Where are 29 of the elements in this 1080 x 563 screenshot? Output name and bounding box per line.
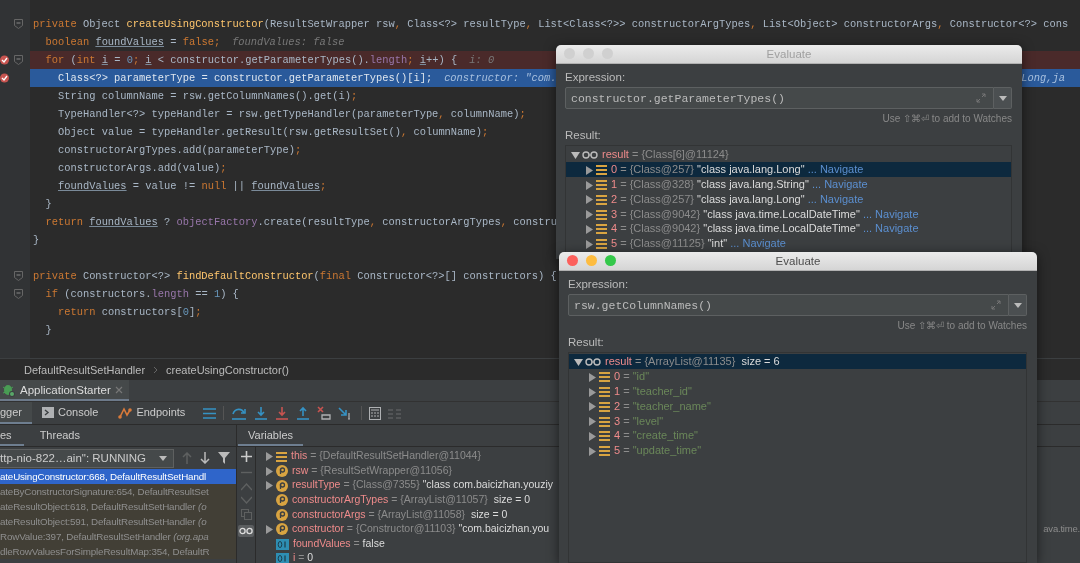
code-line: } [44, 324, 52, 336]
code-line: } [32, 234, 40, 246]
field-label: Expression: [565, 71, 627, 83]
code-line: foundValues = value != null || foundValues; [57, 180, 327, 192]
hint-text: Use ⇧⌘⏎ to add to Watches [882, 113, 1012, 124]
code-line: for (int i = 0; i < constructor.getParameterTypes().length; i++) { [44, 54, 458, 66]
inline-value-hint: i: 0 [469, 54, 495, 66]
code-line: boolean foundValues = false; [44, 36, 221, 48]
code-line: Class<?> parameterType = constructor.getParameterTypes()[i]; [57, 72, 433, 84]
code-line: return foundValues ? objectFactory.create(resultType, constructorArgTypes, constru [44, 216, 557, 228]
code-line: constructorArgs.add(value); [57, 162, 227, 174]
inline-value-hint: foundValues: false [232, 36, 345, 48]
code-line: } [44, 198, 52, 210]
code-line: private Constructor<?> findDefaultConstructor(final Constructor<?>[] constructors) { [32, 270, 557, 282]
window-title: Evaluate [766, 48, 812, 60]
code-line: return constructors[0]; [57, 306, 202, 318]
code-line: TypeHandler<?> typeHandler = rsw.getTypeHandler(parameterType, columnName); [57, 108, 526, 120]
code-line: if (constructors.length == 1) { [44, 288, 239, 300]
code-line: private Object createUsingConstructor(ResultSetWrapper rsw, Class<?> resultType, List<Class<?>> constructorArgTypes, List<Object> constructorArgs, Constructor<?> cons [32, 18, 1069, 30]
field-label: Result: [568, 336, 605, 348]
field-label: Result: [565, 129, 602, 141]
hint-text: Use ⇧⌘⏎ to add to Watches [897, 320, 1027, 331]
code-line: String columnName = rsw.getColumnNames().get(i); [57, 90, 358, 102]
field-label: Expression: [568, 278, 630, 290]
code-line: Object value = typeHandler.getResult(rsw.getResultSet(), columnName); [57, 126, 489, 138]
inline-value-hint: constructor: "com. [444, 72, 557, 84]
window-title: Evaluate [775, 255, 821, 267]
inline-value-hint: Long,ja [1021, 72, 1066, 84]
code-line: constructorArgTypes.add(parameterType); [57, 144, 302, 156]
